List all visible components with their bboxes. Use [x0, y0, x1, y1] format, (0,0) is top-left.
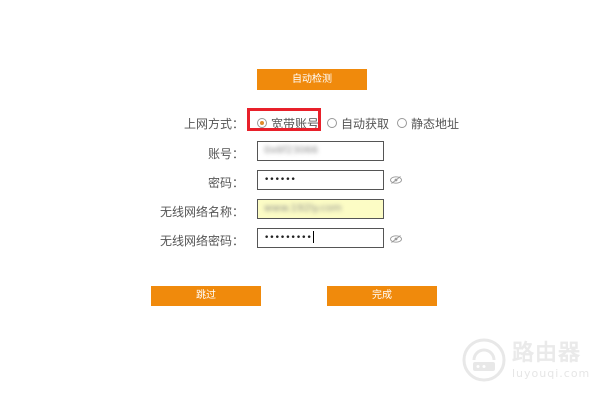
radio-auto-obtain[interactable]: 自动获取 [327, 115, 389, 131]
watermark: 路由器 luyouqi.com [462, 337, 592, 383]
radio-label-static: 静态地址 [411, 116, 460, 131]
connection-type-label: 上网方式： [183, 117, 244, 131]
radio-static-address[interactable]: 静态地址 [397, 115, 459, 131]
ssid-label: 无线网络名称： [159, 205, 244, 219]
radio-checked-icon [257, 118, 267, 128]
account-input[interactable]: 0x6f23066 [257, 141, 384, 161]
watermark-site-text: luyouqi.com [512, 366, 591, 380]
ssid-value: www.192ly.com [264, 203, 342, 214]
eye-icon[interactable] [390, 176, 402, 184]
radio-label-broadband: 宽带账号 [271, 116, 320, 131]
wifi-password-label: 无线网络密码： [159, 234, 244, 248]
wifi-password-value: ••••••••• [264, 233, 312, 243]
wifi-password-input[interactable]: ••••••••• [257, 228, 384, 248]
radio-label-auto: 自动获取 [341, 116, 390, 131]
watermark-logo-text: 路由器 [512, 340, 582, 366]
radio-unchecked-icon [327, 118, 337, 128]
password-label: 密码： [207, 176, 244, 190]
ssid-input[interactable]: www.192ly.com [257, 199, 384, 219]
account-label: 账号： [207, 147, 244, 161]
text-caret [312, 231, 314, 243]
account-value: 0x6f23066 [264, 145, 318, 156]
password-value: •••••• [264, 175, 296, 185]
auto-detect-button[interactable]: 自动检测 [257, 69, 367, 90]
skip-button[interactable]: 跳过 [151, 286, 261, 306]
radio-unchecked-icon [397, 118, 407, 128]
radio-broadband-account[interactable]: 宽带账号 [257, 115, 319, 131]
eye-icon[interactable] [390, 235, 402, 243]
router-logo-icon [462, 338, 506, 382]
done-button[interactable]: 完成 [327, 286, 437, 306]
password-input[interactable]: •••••• [257, 170, 384, 190]
